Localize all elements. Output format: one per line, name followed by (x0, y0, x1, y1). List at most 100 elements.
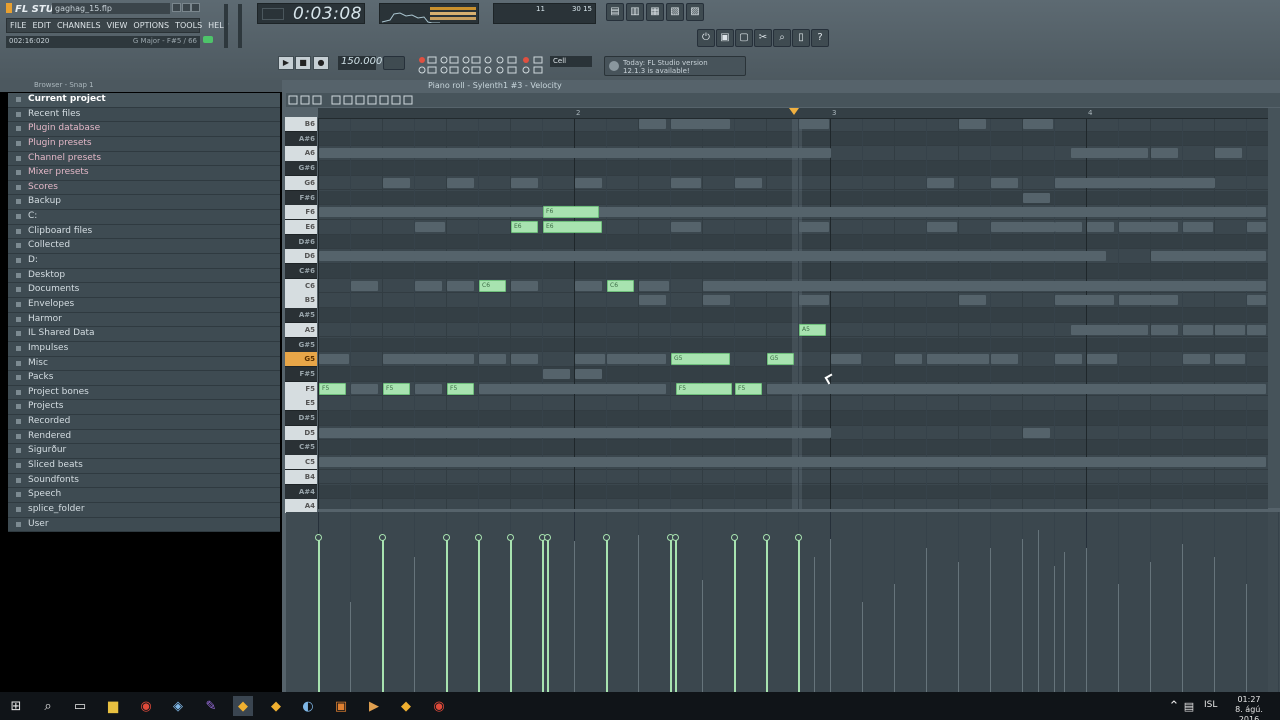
velocity-bar[interactable] (510, 537, 512, 692)
piano-key[interactable]: A5 (285, 322, 317, 337)
browser-item-channel-presets[interactable]: Channel presets (8, 151, 280, 167)
close-icon[interactable] (191, 3, 200, 12)
piano-key[interactable]: D5 (285, 425, 317, 440)
velocity-bar[interactable] (798, 537, 800, 692)
channel-rack-icon[interactable]: ▦ (646, 3, 664, 21)
piano-key[interactable]: E6 (285, 219, 317, 235)
velocity-bar[interactable] (382, 537, 384, 692)
piano-key[interactable]: A#4 (285, 484, 317, 499)
menu-edit[interactable]: EDIT (29, 19, 53, 32)
note[interactable]: G5 (671, 353, 731, 366)
fl-studio-3-icon[interactable]: ◆ (396, 696, 416, 716)
browser-item-misc[interactable]: Misc (8, 356, 280, 372)
piano-key[interactable]: D6 (285, 249, 317, 264)
piano-key[interactable]: F#6 (285, 190, 317, 205)
browser-item-backup[interactable]: Backup (8, 195, 280, 211)
piano-key[interactable]: G#6 (285, 161, 317, 176)
note[interactable]: F5 (675, 382, 732, 395)
browser-item-current-project[interactable]: Current project (8, 93, 280, 108)
browser-item-mixer-presets[interactable]: Mixer presets (8, 166, 280, 181)
browser-item-soundfonts[interactable]: Soundfonts (8, 473, 280, 489)
velocity-handle[interactable] (507, 534, 514, 542)
browser-item-envelopes[interactable]: Envelopes (8, 297, 280, 313)
velocity-bar[interactable] (318, 537, 320, 692)
browser-item-project-bones[interactable]: Project bones (8, 385, 280, 401)
browser-item-plugin-database[interactable]: Plugin database (8, 122, 280, 137)
velocity-lane[interactable] (315, 512, 1279, 692)
app-icon[interactable]: ◐ (298, 696, 318, 716)
browser-item-sigur-ur[interactable]: Sigurður (8, 444, 280, 460)
feather-icon[interactable]: ✎ (201, 696, 221, 716)
steam-icon[interactable]: ◈ (168, 696, 188, 716)
browser-item-recent-files[interactable]: Recent files (8, 107, 280, 123)
cut-icon[interactable]: ✂ (754, 29, 772, 47)
piano-key[interactable]: F5 (285, 381, 317, 396)
note[interactable]: G5 (767, 353, 795, 366)
piano-key[interactable]: C#5 (285, 440, 317, 455)
news-panel[interactable]: Today: FL Studio version 12.1.3 is availa… (604, 56, 746, 76)
song-position-marker-icon[interactable] (789, 108, 799, 115)
piano-roll-icon[interactable]: ▥ (626, 3, 644, 21)
file-explorer-icon[interactable]: ▆ (103, 696, 123, 716)
input-language[interactable]: ISL (1204, 700, 1217, 710)
browser-header[interactable]: Browser - Snap 1 (0, 80, 282, 92)
note[interactable]: A5 (799, 323, 827, 336)
cpu-meter[interactable]: 11 30 15 (493, 3, 596, 24)
piano-keyboard[interactable]: B6 A#6 A6 G#6 G6 F#6 F6 E6 D#6 D6 C#6 C6 B5 A#5 A5 G#5 G… (285, 117, 317, 514)
piano-roll-tools-icon[interactable] (286, 93, 426, 107)
piano-key[interactable]: A#6 (285, 131, 317, 146)
stop-button[interactable]: ■ (295, 56, 311, 70)
velocity-handle[interactable] (315, 534, 322, 542)
piano-key[interactable]: B5 (285, 293, 317, 308)
note[interactable]: F5 (383, 382, 411, 395)
velocity-handle[interactable] (443, 534, 450, 542)
chrome-icon[interactable]: ◉ (136, 696, 156, 716)
browser-item-collected[interactable]: Collected (8, 239, 280, 255)
note[interactable]: C6 (607, 279, 635, 292)
master-volume-slider[interactable] (224, 4, 228, 48)
search-taskbar-icon[interactable]: ⌕ (38, 696, 58, 716)
chrome-2-icon[interactable]: ◉ (429, 696, 449, 716)
browser-item-documents[interactable]: Documents (8, 283, 280, 298)
menu-file[interactable]: FILE (7, 19, 29, 32)
piano-key[interactable]: D#6 (285, 234, 317, 249)
velocity-bar[interactable] (446, 537, 448, 692)
piano-key[interactable]: F6 (285, 205, 317, 220)
browser-item-scores[interactable]: Scores (8, 180, 280, 196)
menu-tools[interactable]: TOOLS (172, 19, 205, 32)
piano-key[interactable]: B6 (285, 117, 317, 132)
piano-key[interactable]: A6 (285, 146, 317, 161)
browser-item-d[interactable]: D: (8, 254, 280, 269)
notification-icon[interactable]: ▤ (1182, 696, 1196, 716)
piano-key[interactable]: C#6 (285, 264, 317, 279)
velocity-bar[interactable] (674, 537, 677, 692)
browser-icon[interactable]: ▨ (686, 3, 704, 21)
browser-item-speech[interactable]: Speech (8, 488, 280, 503)
note[interactable]: F5 (735, 382, 763, 395)
velocity-handle[interactable] (763, 534, 770, 542)
render-icon[interactable]: ▣ (716, 29, 734, 47)
system-clock[interactable]: 01:27 8. ágú. 2016 (1226, 695, 1272, 720)
velocity-handle[interactable] (379, 534, 386, 542)
piano-key[interactable]: G6 (285, 175, 317, 190)
note[interactable]: E6 (511, 220, 539, 233)
piano-key[interactable]: C6 (285, 278, 317, 293)
piano-key[interactable]: C5 (285, 455, 317, 470)
piano-key[interactable]: G5 (285, 352, 317, 367)
pattern-selector-icon[interactable] (383, 56, 405, 70)
browser-item-clipboard-files[interactable]: Clipboard files (8, 224, 280, 240)
media-app-icon[interactable]: ▶ (364, 696, 384, 716)
browser-item-impulses[interactable]: Impulses (8, 341, 280, 357)
velocity-bar[interactable] (606, 537, 608, 692)
maximize-icon[interactable] (182, 3, 191, 12)
note[interactable]: E6 (543, 220, 603, 233)
record-options-icon[interactable] (416, 54, 546, 76)
mixer-icon[interactable]: ▧ (666, 3, 684, 21)
online-indicator-icon[interactable] (203, 36, 213, 43)
note-grid[interactable]: F5 F5 F5 C6 E6 F6 E6 C6 G5 F5 F5 G5 A5 (318, 119, 1268, 509)
velocity-bar[interactable] (546, 537, 549, 692)
velocity-bar[interactable] (766, 537, 768, 692)
velocity-handle[interactable] (731, 534, 738, 542)
vertical-scrollbar[interactable] (1268, 108, 1280, 508)
velocity-handle[interactable] (543, 534, 551, 542)
